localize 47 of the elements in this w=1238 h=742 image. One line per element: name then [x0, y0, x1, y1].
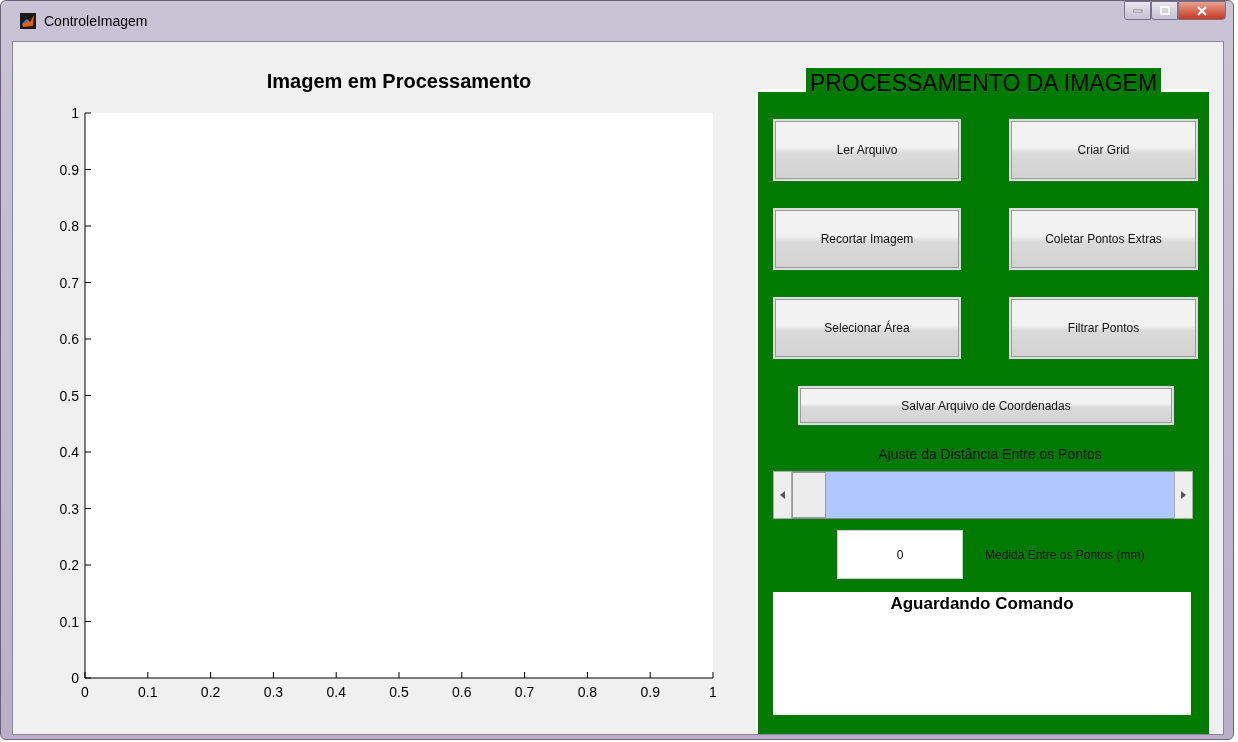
x-tick-label: 0.7 [514, 684, 535, 700]
measure-label: Medida Entre os Pontos (mm) [985, 547, 1145, 562]
close-button[interactable] [1178, 1, 1226, 20]
maximize-icon [1159, 6, 1170, 15]
minimize-icon [1132, 8, 1143, 13]
action-button[interactable]: Coletar Pontos Extras [1009, 208, 1198, 270]
maximize-button[interactable] [1151, 1, 1178, 20]
y-tick-label: 1 [71, 105, 79, 121]
x-tick-label: 0.8 [577, 684, 598, 700]
action-button[interactable]: Filtrar Pontos [1009, 297, 1198, 359]
slider-label: Ajuste da Distância Entre os Pontos [877, 446, 1103, 462]
y-tick-label: 0 [71, 670, 79, 686]
x-tick-label: 0.9 [640, 684, 660, 700]
y-tick-label: 0.6 [59, 331, 79, 347]
x-tick-label: 0.6 [452, 684, 472, 700]
y-tick-label: 0.1 [59, 613, 79, 630]
right-arrow-icon [1181, 491, 1186, 499]
y-tick-label: 0.4 [59, 444, 79, 460]
action-button[interactable]: Recortar Imagem [773, 208, 961, 270]
chart-title: Imagem em Processamento [266, 70, 532, 92]
y-tick-label: 0.8 [59, 218, 79, 234]
x-tick-label: 0 [81, 684, 89, 700]
action-button[interactable]: Ler Arquivo [773, 119, 961, 181]
x-tick-label: 1 [709, 684, 717, 700]
x-tick-label: 0.3 [263, 684, 284, 700]
scroll-left-button[interactable] [773, 471, 792, 519]
y-tick-label: 0.5 [59, 387, 79, 404]
left-arrow-icon [780, 491, 785, 499]
x-tick-label: 0.4 [326, 684, 346, 700]
y-tick-label: 0.9 [59, 161, 79, 178]
window-title: ControleImagem [44, 13, 148, 29]
close-icon [1196, 5, 1208, 16]
save-button[interactable]: Salvar Arquivo de Coordenadas [798, 386, 1174, 425]
x-tick-label: 0.5 [389, 684, 409, 700]
y-tick-label: 0.2 [59, 557, 79, 573]
measure-field[interactable]: 0 [837, 530, 963, 579]
action-button[interactable]: Selecionar Área [773, 297, 961, 359]
x-tick-label: 0.2 [200, 684, 221, 700]
slider-thumb[interactable] [792, 472, 826, 518]
status-text: Aguardando Comando [890, 594, 1074, 613]
scroll-right-button[interactable] [1174, 471, 1193, 519]
minimize-button[interactable] [1124, 1, 1151, 20]
y-tick-label: 0.3 [59, 500, 79, 517]
x-tick-label: 0.1 [138, 684, 158, 700]
action-button[interactable]: Criar Grid [1009, 119, 1198, 181]
app-icon [20, 13, 36, 29]
y-tick-label: 0.7 [59, 274, 79, 291]
